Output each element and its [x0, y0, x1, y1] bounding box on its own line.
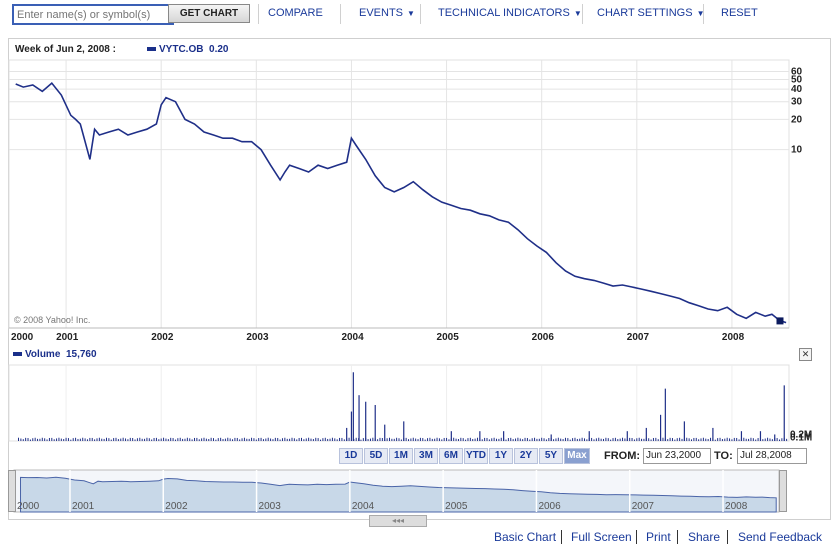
overview-year-label: 2000: [17, 501, 40, 512]
volume-y-tick-label: 0.1M: [790, 433, 812, 444]
x-tick-label: 2003: [246, 332, 269, 343]
copyright-text: © 2008 Yahoo! Inc.: [14, 315, 91, 325]
to-date-input[interactable]: Jul 28,2008: [737, 448, 807, 464]
range-button-2y[interactable]: 2Y: [514, 448, 538, 464]
range-button-3m[interactable]: 3M: [414, 448, 438, 464]
x-tick-label: 2006: [532, 332, 555, 343]
y-tick-label: 20: [791, 114, 803, 125]
overview-year-label: 2007: [632, 501, 655, 512]
price-chart-svg: 6050403020102000 2001 2002 2003 2004 2005 2006…: [8, 59, 812, 513]
to-label: TO:: [714, 450, 733, 462]
last-price-marker: [776, 317, 784, 325]
x-tick-label: 2001: [56, 332, 79, 343]
range-button-max[interactable]: Max: [564, 448, 590, 464]
x-tick-label: 2000: [11, 332, 34, 343]
range-button-6m[interactable]: 6M: [439, 448, 463, 464]
x-tick-label: 2002: [151, 332, 174, 343]
print-link[interactable]: Print: [646, 530, 671, 544]
x-tick-label: 2005: [437, 332, 460, 343]
y-tick-label: 30: [791, 97, 803, 108]
basic-chart-link[interactable]: Basic Chart: [494, 530, 556, 544]
volume-legend: Volume 15,760: [13, 349, 97, 360]
y-tick-label: 10: [791, 145, 803, 156]
full-screen-link[interactable]: Full Screen: [571, 530, 632, 544]
price-plot-area: [8, 59, 790, 329]
volume-value: 15,760: [65, 349, 97, 360]
scrubber-left-handle[interactable]: [8, 470, 16, 512]
range-button-1m[interactable]: 1M: [389, 448, 413, 464]
overview-year-label: 2001: [72, 501, 95, 512]
scrubber-right-handle[interactable]: [779, 470, 787, 512]
range-button-5y[interactable]: 5Y: [539, 448, 563, 464]
overview-year-label: 2002: [165, 501, 188, 512]
footer-divider: [636, 530, 637, 544]
from-date-input[interactable]: Jun 23,2000: [643, 448, 711, 464]
range-button-1d[interactable]: 1D: [339, 448, 363, 464]
volume-label: Volume: [25, 349, 61, 360]
range-button-1y[interactable]: 1Y: [489, 448, 513, 464]
x-tick-label: 2008: [722, 332, 745, 343]
send-feedback-link[interactable]: Send Feedback: [738, 530, 822, 544]
footer-divider: [561, 530, 562, 544]
from-label: FROM:: [604, 450, 641, 462]
scrollbar-thumb[interactable]: ◂◂◂: [369, 515, 427, 527]
x-tick-label: 2007: [627, 332, 650, 343]
close-volume-icon[interactable]: ✕: [799, 348, 812, 361]
overview-year-label: 2008: [725, 501, 748, 512]
volume-plot-area: [8, 364, 790, 442]
overview-year-label: 2006: [538, 501, 561, 512]
legend-swatch: [13, 352, 22, 357]
overview-year-label: 2004: [352, 501, 375, 512]
overview-year-label: 2005: [445, 501, 468, 512]
range-button-ytd[interactable]: YTD: [464, 448, 488, 464]
range-button-5d[interactable]: 5D: [364, 448, 388, 464]
share-link[interactable]: Share: [688, 530, 720, 544]
footer-divider: [677, 530, 678, 544]
x-tick-label: 2004: [341, 332, 364, 343]
overview-year-label: 2003: [259, 501, 282, 512]
footer-divider: [727, 530, 728, 544]
y-tick-label: 40: [791, 84, 803, 95]
